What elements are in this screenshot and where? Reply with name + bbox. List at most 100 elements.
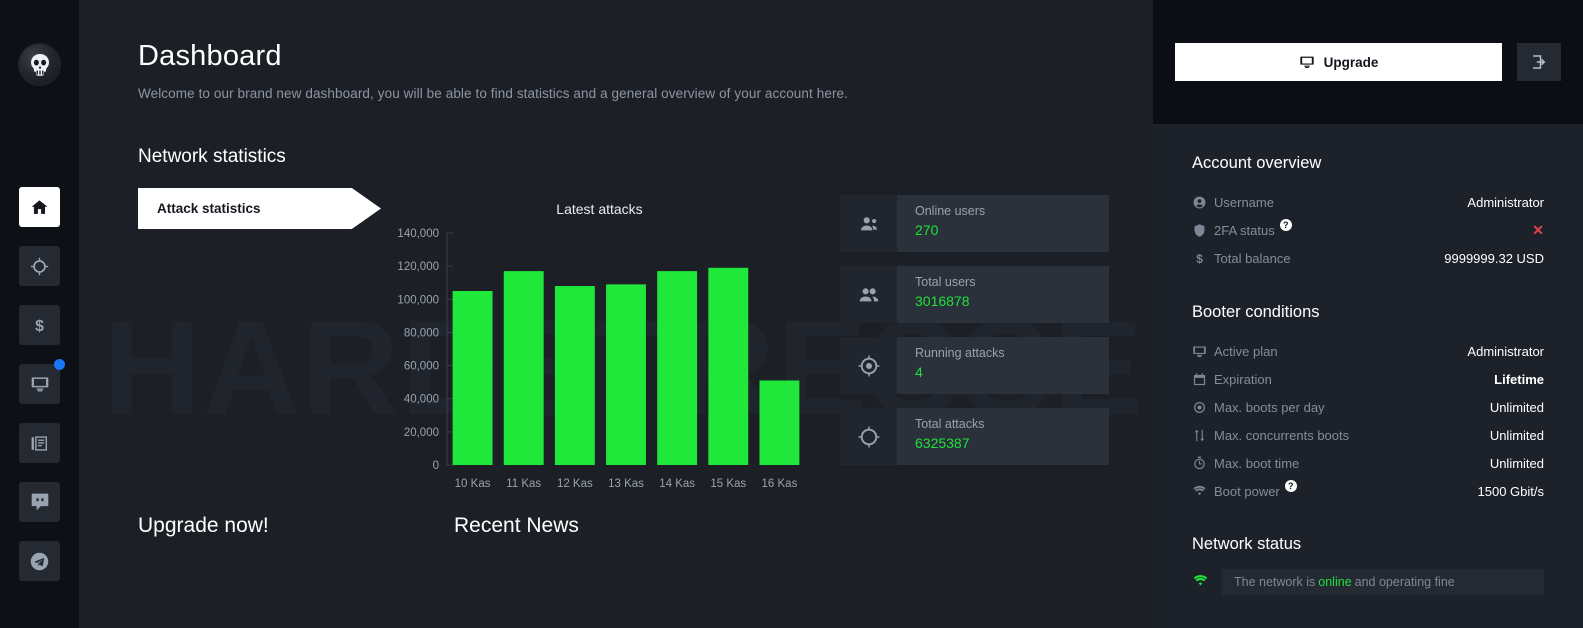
info-row-value: Unlimited — [1489, 455, 1544, 471]
total-attacks-icon — [858, 426, 879, 447]
sidebar-item-billing[interactable]: $ — [19, 305, 60, 345]
info-row: Max. concurrents boots Unlimited — [1192, 421, 1544, 449]
target-icon — [1194, 401, 1205, 413]
booter-conditions-list: Active plan Administrator Expiration Lifeti… — [1192, 337, 1544, 505]
sidebar-item-discord[interactable] — [19, 482, 60, 522]
info-row-key-label: Max. boots per day — [1214, 399, 1325, 415]
info-row-key-label: Total balance — [1214, 250, 1291, 266]
info-row-value: Administrator — [1467, 194, 1544, 210]
chart-title: Latest attacks — [556, 201, 643, 217]
info-row: Max. boots per day Unlimited — [1192, 393, 1544, 421]
logout-icon — [1533, 55, 1546, 69]
statistics-row: Attack statistics Latest attacks 0 20,000… — [138, 188, 1153, 490]
chart-canvas: 0 20,000 40,000 60,000 80,000 100,000 120,000 1… — [397, 228, 800, 490]
svg-text:100,000: 100,000 — [397, 294, 439, 306]
telegram-icon — [30, 552, 49, 570]
section-title-network-statistics: Network statistics — [138, 146, 286, 167]
tab-label: Attack statistics — [157, 201, 261, 216]
sidebar-item-telegram[interactable] — [19, 541, 60, 581]
info-row-icon — [1192, 195, 1214, 210]
info-row: Expiration Lifetime — [1192, 365, 1544, 393]
logout-button[interactable] — [1517, 43, 1561, 81]
network-status-pill: The network is online and operating fine — [1222, 569, 1544, 595]
info-row-key-label: Max. concurrents boots — [1214, 427, 1350, 443]
chart-bar[interactable] — [503, 271, 544, 465]
brand-logo[interactable] — [19, 44, 60, 85]
svg-text:80,000: 80,000 — [404, 327, 439, 339]
chart-bar[interactable] — [452, 291, 493, 465]
chart-bar[interactable] — [759, 380, 800, 465]
bottom-headings-row: Upgrade now! Recent News — [138, 514, 1153, 538]
info-row-key: Active plan — [1214, 344, 1278, 359]
sidebar-item-plans[interactable] — [19, 359, 65, 404]
info-row-icon — [1192, 456, 1214, 471]
sidebar-item-attack-hub[interactable] — [19, 246, 60, 286]
info-row-value: Administrator — [1467, 343, 1544, 359]
network-status-heading: Network status — [1192, 535, 1302, 553]
stat-card-label: Total attacks — [915, 417, 985, 431]
svg-text:0: 0 — [433, 460, 439, 472]
booter-conditions-heading: Booter conditions — [1192, 303, 1320, 321]
right-panel: Upgrade Account overview Username Adminis… — [1153, 0, 1583, 628]
home-icon — [31, 199, 48, 214]
info-row-key-label: Expiration — [1214, 371, 1272, 387]
dashboard-app: $ Dashboard Welcome to our brand new das… — [0, 0, 1583, 628]
chart-x-tick-label: 15 Kas — [710, 478, 746, 490]
tab-list: Attack statistics — [138, 188, 381, 488]
stat-card-icon-box — [840, 408, 897, 465]
info-row: Max. boot time Unlimited — [1192, 449, 1544, 477]
monitor-icon — [1299, 56, 1314, 68]
stat-card-body: Total users 3016878 — [897, 266, 1109, 323]
stat-card-icon-box — [840, 195, 897, 252]
chart-bar[interactable] — [606, 284, 646, 465]
info-row-key: Expiration — [1214, 372, 1272, 387]
sidebar-item-home[interactable] — [19, 187, 60, 227]
help-icon[interactable]: ? — [1279, 219, 1292, 231]
stat-card-body: Total attacks 6325387 — [897, 408, 1109, 465]
sidebar-item-news[interactable] — [19, 423, 60, 463]
network-status-word: online — [1318, 575, 1352, 589]
monitor-icon — [31, 377, 48, 392]
info-row-key: Boot power? — [1214, 480, 1297, 499]
dollar-icon: $ — [35, 318, 44, 335]
info-row-value: ✕ — [1532, 221, 1544, 238]
stat-card-value: 270 — [915, 222, 939, 239]
info-row-key-label: 2FA status — [1214, 222, 1275, 238]
info-row-icon — [1192, 372, 1214, 387]
info-row-value: 9999999.32 USD — [1444, 250, 1544, 266]
svg-text:140,000: 140,000 — [397, 228, 439, 240]
running-attacks-icon — [858, 355, 879, 376]
chart-bar[interactable] — [554, 286, 595, 465]
svg-text:$: $ — [1196, 251, 1203, 265]
dollar-icon: $ — [1196, 251, 1203, 265]
discord-icon — [31, 493, 48, 511]
chart-bar[interactable] — [708, 267, 749, 465]
info-row-key-label: Max. boot time — [1214, 455, 1300, 471]
upgrade-button[interactable]: Upgrade — [1175, 43, 1502, 81]
stat-card-list: Online users 270 Total users 3016878 Running… — [840, 188, 1109, 488]
news-icon — [31, 435, 48, 451]
stat-card-value: 6325387 — [915, 435, 970, 452]
network-status-row: The network is online and operating fine — [1192, 569, 1544, 595]
stat-card: Total users 3016878 — [840, 266, 1109, 323]
skull-logo-icon — [19, 44, 60, 85]
tab-attack-statistics[interactable]: Attack statistics — [138, 188, 381, 229]
wifi-icon — [1193, 485, 1206, 495]
info-row: Username Administrator — [1192, 188, 1544, 216]
calendar-icon — [1193, 372, 1206, 385]
svg-text:60,000: 60,000 — [404, 361, 439, 373]
stat-card: Online users 270 — [840, 195, 1109, 252]
help-icon[interactable]: ? — [1284, 480, 1297, 492]
info-row-key-label: Boot power — [1214, 483, 1280, 499]
main-content: HARDSTRESSER Dashboard Welcome to our br… — [79, 0, 1153, 628]
info-row-key: Max. concurrents boots — [1214, 428, 1349, 443]
svg-text:20,000: 20,000 — [404, 427, 439, 439]
info-row-key: Total balance — [1214, 251, 1291, 266]
crosshair-icon — [30, 257, 49, 275]
chart-x-tick-label: 12 Kas — [557, 478, 593, 490]
account-overview-heading: Account overview — [1192, 154, 1322, 172]
info-row-value: Unlimited — [1489, 399, 1544, 415]
account-overview-list: Username Administrator 2FA status? ✕ $ Total … — [1192, 188, 1544, 272]
heading-recent-news: Recent News — [454, 514, 579, 537]
chart-bar[interactable] — [657, 271, 698, 465]
